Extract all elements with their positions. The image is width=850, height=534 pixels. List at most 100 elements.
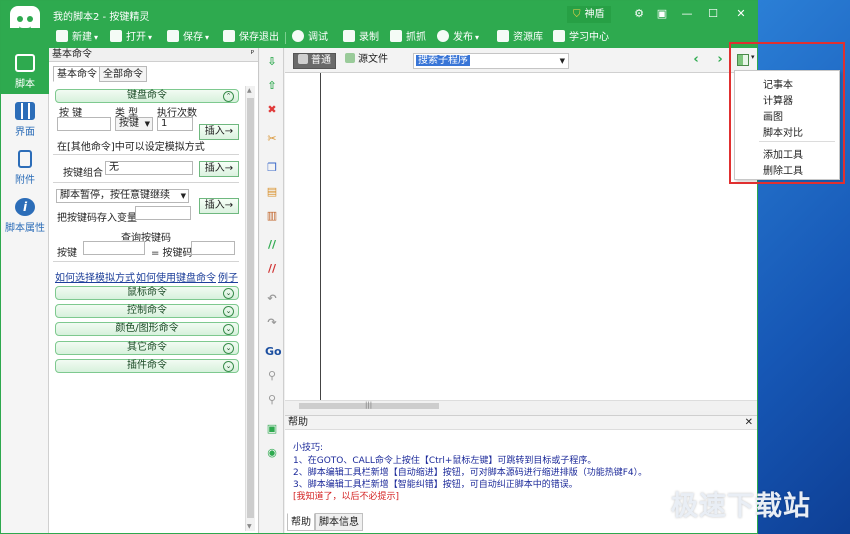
help-header: 帮助 ✕	[285, 416, 757, 430]
subroutine-search-select[interactable]: 搜索子程序 ▼	[413, 53, 569, 69]
key-combo-label: 按键组合	[63, 168, 103, 179]
close-icon[interactable]: ✕	[731, 5, 751, 23]
source-file-icon	[345, 53, 355, 63]
syntax-check-icon[interactable]: ▣	[265, 422, 279, 436]
uncomment-icon[interactable]: //	[265, 262, 279, 276]
section-color-graphics[interactable]: 颜色/图形命令 ⌄	[55, 322, 239, 336]
delete-icon[interactable]: ✖	[265, 103, 279, 117]
tab-source-view[interactable]: 源文件	[341, 53, 392, 69]
vip-button[interactable]: ⛉ 神盾	[567, 6, 611, 23]
section-other[interactable]: 其它命令 ⌄	[55, 341, 239, 355]
expand-icon[interactable]: ⌄	[223, 324, 234, 335]
key-combo-input[interactable]: 无	[105, 161, 193, 175]
paste-special-icon[interactable]: ▥	[265, 209, 279, 223]
section-plugin[interactable]: 插件命令 ⌄	[55, 359, 239, 373]
expand-icon[interactable]: ⌄	[223, 361, 234, 372]
replace-icon[interactable]: ⚲	[265, 393, 279, 407]
publish-button[interactable]: 发布 ▾	[437, 30, 479, 46]
tab-source-label: 源文件	[358, 54, 388, 65]
save-exit-button[interactable]: 保存退出	[223, 30, 279, 46]
paste-icon[interactable]: ▤	[265, 185, 279, 199]
editor-hscrollbar[interactable]: |||	[285, 400, 757, 411]
nav-ui[interactable]: 界面	[1, 96, 49, 142]
section-mouse[interactable]: 鼠标命令 ⌄	[55, 286, 239, 300]
nav-script-props[interactable]: i 脚本属性	[1, 192, 49, 238]
new-label: 新建	[72, 32, 92, 43]
tab-help[interactable]: 帮助	[287, 513, 315, 531]
query-key-input[interactable]	[83, 241, 145, 255]
help-title: 帮助	[288, 417, 308, 428]
insert-key-button[interactable]: 插入→	[199, 124, 239, 140]
nav-script[interactable]: 脚本	[1, 48, 49, 94]
cut-icon[interactable]: ✂	[265, 132, 279, 146]
library-button[interactable]: 资源库	[497, 30, 543, 46]
collapse-icon[interactable]: ⌃	[223, 91, 234, 102]
goto-icon[interactable]: Go	[265, 345, 282, 359]
record-button[interactable]: 录制	[343, 30, 379, 46]
learn-center-button[interactable]: 学习中心	[553, 30, 609, 46]
skin-icon[interactable]: ▣	[652, 5, 672, 23]
learn-icon	[553, 30, 565, 42]
comment-icon[interactable]: //	[265, 238, 279, 252]
nav-script-props-label: 脚本属性	[5, 223, 45, 234]
new-button[interactable]: 新建 ▾	[56, 30, 98, 46]
pause-select-value: 脚本暂停，按任意键继续	[60, 190, 170, 201]
open-label: 打开	[126, 32, 146, 43]
expand-icon[interactable]: ⌄	[223, 306, 234, 317]
dismiss-tips-link[interactable]: [我知道了，以后不必提示]	[293, 489, 399, 502]
arrow-down-icon[interactable]: ⇩	[265, 55, 279, 69]
redo-icon[interactable]: ↷	[265, 316, 279, 330]
copy-icon[interactable]: ❐	[265, 161, 279, 175]
record-icon	[343, 30, 355, 42]
pin-icon[interactable]: ᴾ	[251, 48, 254, 62]
section-control[interactable]: 控制命令 ⌄	[55, 304, 239, 318]
tab-script-info[interactable]: 脚本信息	[315, 513, 363, 531]
undo-icon[interactable]: ↶	[265, 292, 279, 306]
script-icon	[15, 54, 35, 72]
type-select[interactable]: 按键 ▼	[115, 117, 153, 131]
editor-toolbar: 普通 源文件 搜索子程序 ▼ ‹ › ▾	[285, 48, 757, 73]
scroll-down-icon[interactable]: ▼	[247, 523, 252, 530]
panel-header: 基本命令 ᴾ	[49, 48, 258, 62]
arrow-up-icon[interactable]: ⇧	[265, 79, 279, 93]
save-button[interactable]: 保存 ▾	[167, 30, 209, 46]
expand-icon[interactable]: ⌄	[223, 343, 234, 354]
open-button[interactable]: 打开 ▾	[110, 30, 152, 46]
debug-button[interactable]: 调试	[292, 30, 328, 46]
key-input[interactable]	[57, 117, 111, 131]
chevron-left-icon[interactable]: ‹	[689, 53, 703, 67]
panel-scrollbar[interactable]: ▲ ▼	[245, 86, 255, 531]
keycode-variable-input[interactable]	[135, 206, 191, 220]
query-key-label: 按键	[57, 248, 77, 259]
tab-all-commands[interactable]: 全部命令	[99, 66, 147, 82]
minimize-icon[interactable]: —	[677, 5, 697, 23]
scrollbar-thumb[interactable]	[247, 98, 254, 518]
close-icon[interactable]: ✕	[745, 416, 753, 430]
tab-normal-view[interactable]: 普通	[293, 53, 336, 69]
insert-pause-button[interactable]: 插入→	[199, 198, 239, 214]
capture-button[interactable]: 抓抓	[390, 30, 426, 46]
edit-tools: ⇩ ⇧ ✖ ✂ ❐ ▤ ▥ // // ↶ ↷ Go ⚲ ⚲ ▣ ◉	[260, 48, 284, 533]
publish-label: 发布	[453, 32, 473, 43]
link-keyboard-usage[interactable]: 如何使用键盘命令	[136, 269, 216, 284]
link-simulation-mode[interactable]: 如何选择模拟方式	[55, 269, 135, 284]
insert-combo-button[interactable]: 插入→	[199, 161, 239, 177]
preview-icon[interactable]: ◉	[265, 446, 279, 460]
maximize-icon[interactable]: ☐	[703, 5, 723, 23]
link-example[interactable]: 例子	[218, 269, 238, 284]
settings-icon[interactable]: ⚙	[629, 5, 649, 23]
nav-ui-label: 界面	[15, 127, 35, 138]
find-icon[interactable]: ⚲	[265, 369, 279, 383]
section-keyboard[interactable]: 键盘命令 ⌃	[55, 89, 239, 103]
tab-basic-commands[interactable]: 基本命令	[53, 66, 101, 82]
nav-attachment[interactable]: 附件	[1, 144, 49, 190]
times-input[interactable]: 1	[157, 117, 193, 131]
query-code-input[interactable]	[191, 241, 235, 255]
scroll-up-icon[interactable]: ▲	[247, 87, 252, 94]
script-editor[interactable]	[285, 73, 757, 404]
pause-command-select[interactable]: 脚本暂停，按任意键继续 ▼	[56, 189, 189, 203]
chevron-right-icon[interactable]: ›	[713, 53, 727, 67]
expand-icon[interactable]: ⌄	[223, 288, 234, 299]
save-exit-icon	[223, 30, 235, 42]
highlight-box	[729, 42, 845, 184]
